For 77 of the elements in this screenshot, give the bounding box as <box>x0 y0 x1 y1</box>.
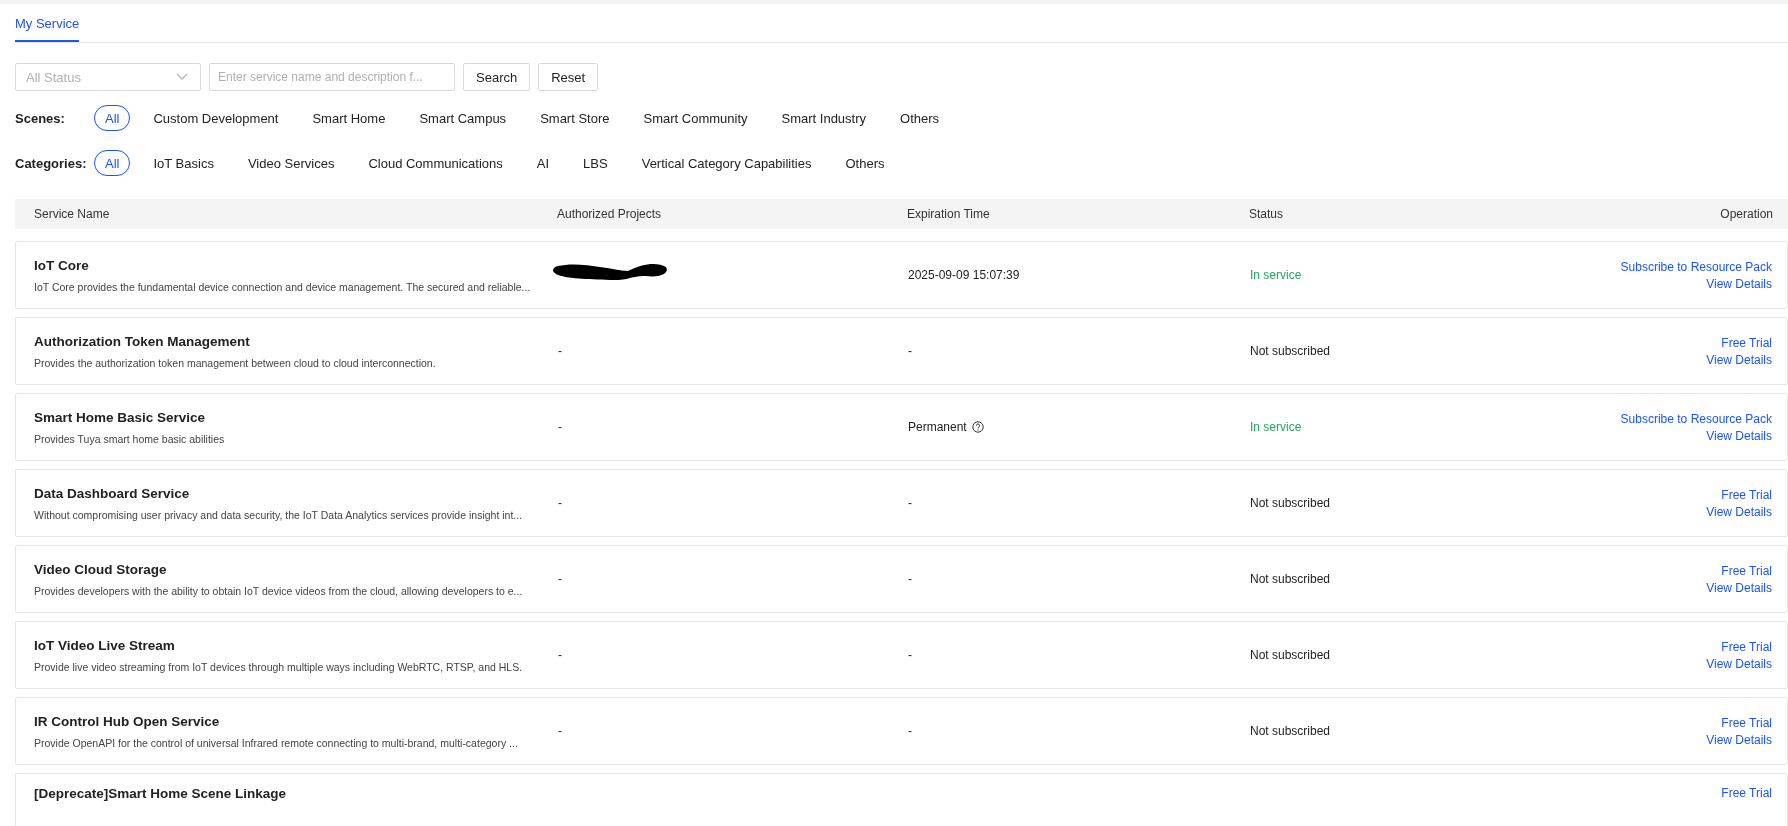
help-icon[interactable] <box>971 421 984 433</box>
column-header: Service Name <box>33 207 111 221</box>
operation-link[interactable]: View Details <box>1706 580 1772 595</box>
status-text: Not subscribed <box>1250 648 1331 662</box>
service-description: Provides developers with the ability to obtain IoT device videos from the cloud, allowing developers to e... <box>34 584 524 597</box>
operation-link[interactable]: Subscribe to Resource Pack <box>1620 411 1772 426</box>
filter-chip[interactable]: Smart Home <box>301 105 397 131</box>
column-header: Status <box>1249 207 1285 221</box>
filter-button[interactable]: Search <box>463 63 531 91</box>
table-cell: - <box>558 724 562 738</box>
table-cell: - <box>558 648 562 662</box>
filter-chip[interactable]: Smart Industry <box>770 105 878 131</box>
expiration-time: 2025-09-09 15:07:39 <box>908 268 1020 282</box>
search-field[interactable]: Enter service name and description f... <box>209 63 455 91</box>
service-name: Smart Home Basic Service <box>34 409 207 425</box>
column-header: Operation <box>1719 207 1774 221</box>
filter-chip[interactable]: Smart Campus <box>408 105 518 131</box>
filter-chip[interactable]: Smart Community <box>632 105 759 131</box>
filter-chip[interactable]: Video Services <box>236 150 346 176</box>
filter-chip[interactable]: Custom Development <box>142 105 290 131</box>
operation-link[interactable]: View Details <box>1706 428 1772 443</box>
service-name: IoT Video Live Stream <box>34 637 176 653</box>
operation-link[interactable]: Free Trial <box>1721 639 1772 654</box>
expiration-time: Permanent <box>908 420 967 434</box>
table-cell: - <box>558 572 562 586</box>
filter-chip[interactable]: AI <box>525 150 561 176</box>
service-description: IoT Core provides the fundamental device connection and device management. The secured and reliable... <box>34 280 532 293</box>
service-name: Video Cloud Storage <box>34 561 168 577</box>
service-description: Provide OpenAPI for the control of universal Infrared remote connecting to multi-brand, multi-category ... <box>34 736 519 749</box>
operation-link[interactable]: View Details <box>1706 352 1772 367</box>
service-name: IR Control Hub Open Service <box>34 713 221 729</box>
service-name: [Deprecate]Smart Home Scene Linkage <box>34 786 288 801</box>
chevron-down-icon <box>176 73 188 81</box>
status-text: Not subscribed <box>1250 344 1331 358</box>
operation-link[interactable]: Free Trial <box>1721 786 1772 800</box>
filter-chip[interactable]: LBS <box>572 150 619 176</box>
filter-label: Scenes: <box>15 110 66 126</box>
operation-link[interactable]: Free Trial <box>1721 487 1772 502</box>
tab[interactable]: My Service <box>15 16 80 42</box>
status-text: Not subscribed <box>1250 724 1331 738</box>
table-cell: - <box>558 344 562 358</box>
service-name: Authorization Token Management <box>34 333 251 349</box>
service-name: Data Dashboard Service <box>34 485 191 501</box>
service-description: Provides the authorization token management between cloud to cloud interconnection. <box>34 356 437 369</box>
status-text: In service <box>1250 268 1302 282</box>
operation-link[interactable]: Free Trial <box>1721 335 1772 350</box>
column-header: Expiration Time <box>907 207 991 221</box>
table-cell: - <box>558 420 562 434</box>
expiration-time: - <box>908 496 912 510</box>
status-text: Not subscribed <box>1250 496 1331 510</box>
operation-link[interactable]: View Details <box>1706 732 1772 747</box>
status-text: Not subscribed <box>1250 572 1331 586</box>
service-name: IoT Core <box>34 257 90 273</box>
filter-chip[interactable]: Others <box>834 150 896 176</box>
filter-chip[interactable]: Smart Store <box>529 105 621 131</box>
filter-chip[interactable]: IoT Basics <box>142 150 225 176</box>
operation-link[interactable]: View Details <box>1706 504 1772 519</box>
expiration-time: - <box>908 648 912 662</box>
operation-link[interactable]: Free Trial <box>1721 715 1772 730</box>
filter-chip[interactable]: Vertical Category Capabilities <box>630 150 823 176</box>
filter-label: Categories: <box>15 155 88 171</box>
table-cell: - <box>558 496 562 510</box>
service-description: Without compromising user privacy and data security, the IoT Data Analytics services provide insight int... <box>34 508 524 521</box>
operation-link[interactable]: Subscribe to Resource Pack <box>1620 259 1772 274</box>
service-description: Provides Tuya smart home basic abilities <box>34 432 226 445</box>
filter-chip[interactable]: Others <box>889 105 951 131</box>
expiration-time: - <box>908 344 912 358</box>
operation-link[interactable]: Free Trial <box>1721 563 1772 578</box>
filter-chip[interactable]: Cloud Communications <box>357 150 514 176</box>
column-header: Authorized Projects <box>557 207 663 221</box>
service-description: Provide live video streaming from IoT devices through multiple ways including WebRTC, RTSP, and HLS. <box>34 660 524 673</box>
operation-link[interactable]: View Details <box>1706 656 1772 671</box>
status-text: In service <box>1250 420 1302 434</box>
operation-link[interactable]: View Details <box>1706 276 1772 291</box>
expiration-time: - <box>908 572 912 586</box>
expiration-time: - <box>908 724 912 738</box>
filter-button[interactable]: Reset <box>538 63 599 91</box>
